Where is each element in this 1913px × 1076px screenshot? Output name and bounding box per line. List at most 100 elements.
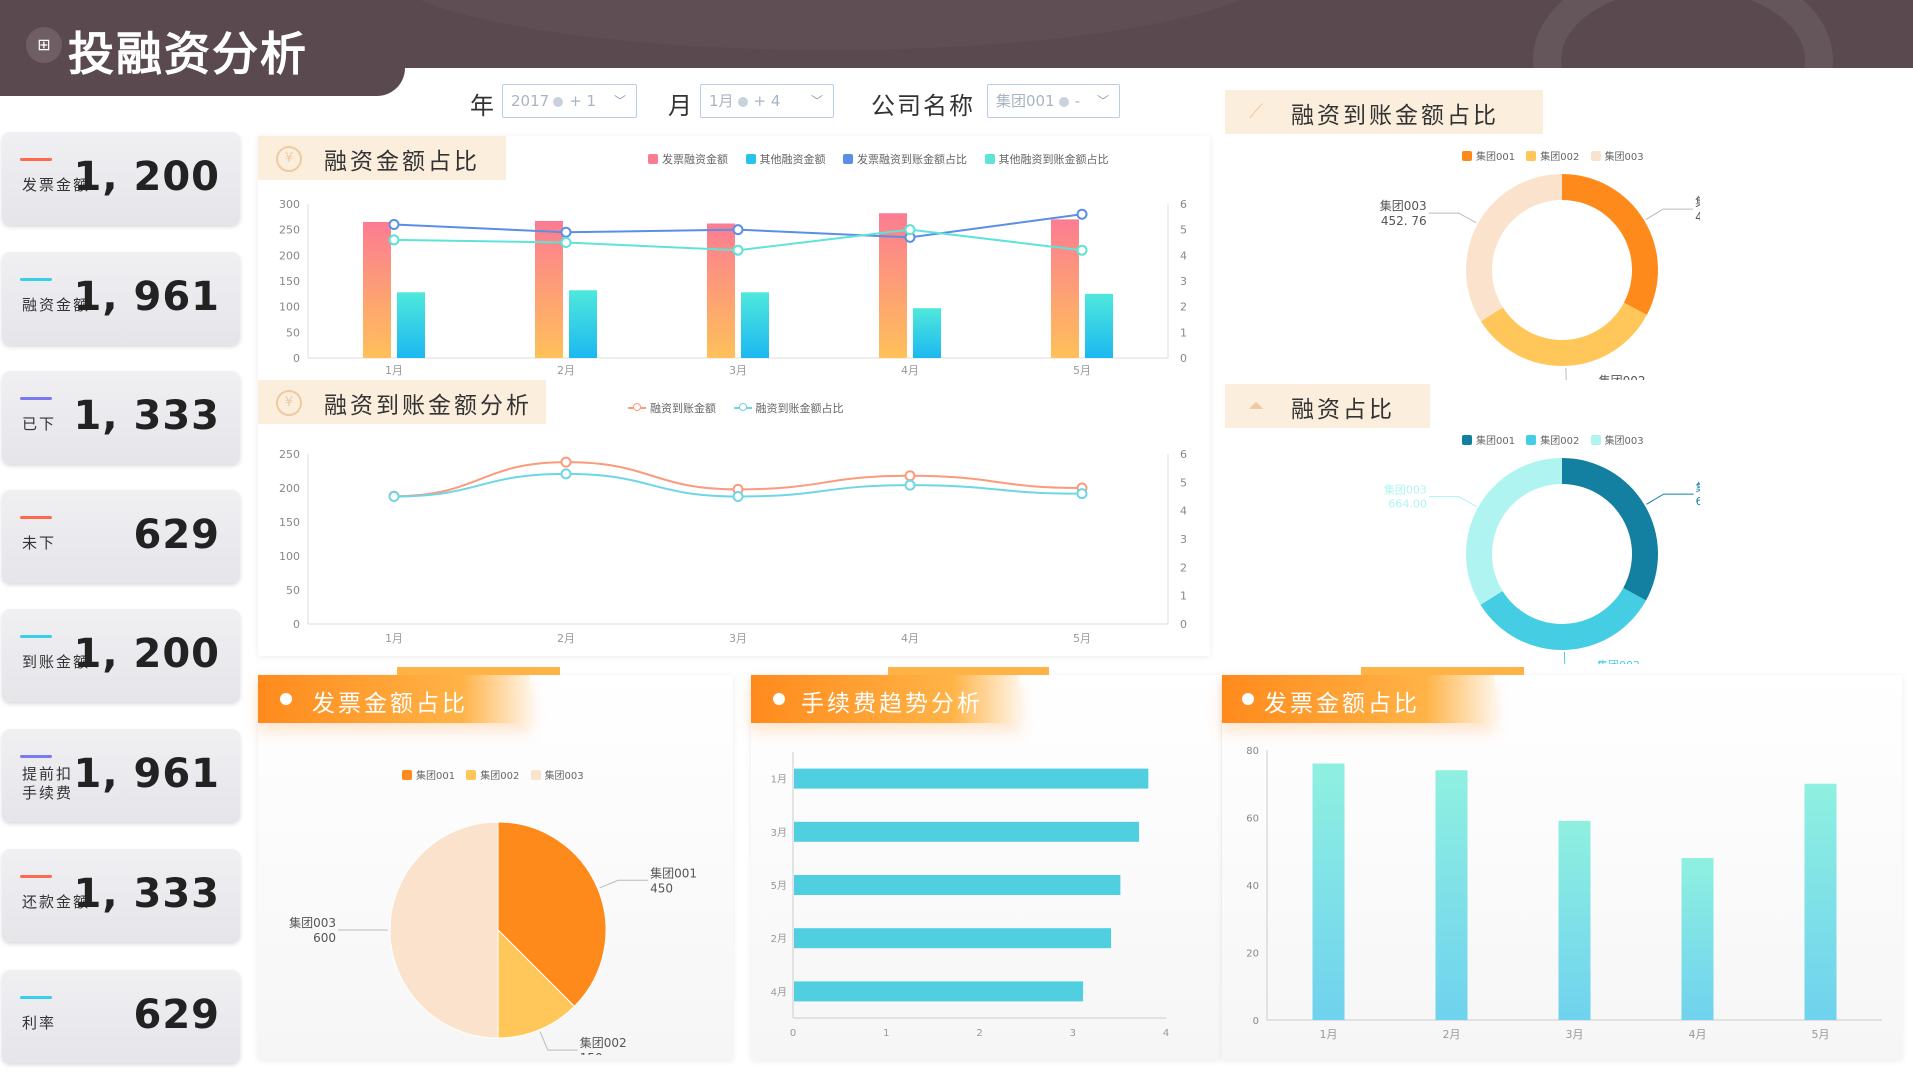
chevron-down-icon: ﹀ (613, 94, 626, 108)
line-point (904, 470, 916, 482)
bar-other-financing (1085, 293, 1113, 358)
label-leader (1565, 367, 1567, 380)
invoice-bar-chart: 0 20 40 60 80 1月 2月 3月 4月 5月 (1246, 746, 1882, 1041)
page-title: 投融资分析 (68, 27, 308, 81)
fee-trend-chart: 0 1 2 3 4 1月 3月 5月 2月 4月 (771, 752, 1169, 1039)
pie-slice (389, 821, 499, 1039)
kpi-accent-bar (20, 516, 52, 519)
slice-value: 436. 28 (1695, 210, 1700, 224)
y-tick-label: 200 (279, 249, 300, 262)
mountain-chart-icon: ⏶ (1248, 393, 1264, 417)
slice-label: 集团001 (650, 865, 697, 880)
panel-title-arrival-ratio: ⟋ 融资到账金额占比 (1225, 90, 1543, 134)
y2-tick-label: 4 (1180, 505, 1187, 518)
y-tick-label: 250 (279, 224, 300, 237)
company-label: 公司名称 (871, 92, 975, 120)
x-tick-label: 4月 (901, 632, 919, 645)
y2-tick-label: 2 (1180, 561, 1187, 574)
y-tick-label: 150 (279, 516, 300, 529)
y-tick-label: 100 (279, 550, 300, 563)
invoice-pie: 集团001450 集团002150 集团003600 (289, 821, 697, 1055)
y2-tick-label: 0 (1180, 618, 1187, 631)
x-tick-label: 4 (1163, 1028, 1169, 1039)
slice-label: 集团001 (1695, 194, 1700, 209)
line-point (560, 468, 572, 480)
y2-tick-label: 4 (1180, 249, 1187, 262)
panel-title-financing-share: ⏶ 融资占比 (1225, 384, 1430, 428)
x-tick-label: 2 (976, 1028, 982, 1039)
line-point (1076, 488, 1088, 500)
y2-tick-label: 0 (1180, 352, 1187, 365)
x-tick-label: 2月 (1443, 1028, 1461, 1041)
y2-tick-label: 3 (1180, 533, 1187, 546)
slice-label: 集团002 (1599, 373, 1646, 380)
y-tick-label: 50 (286, 326, 300, 339)
header-decoration (380, 0, 1280, 50)
company-select[interactable]: 集团001 - ﹀ (987, 84, 1120, 118)
title-tab: ⊞ 投融资分析 (0, 0, 405, 96)
kpi-card[interactable]: 到账金额 1, 200 (2, 609, 240, 702)
slice-value: 450 (650, 881, 673, 895)
y-tick-label: 100 (279, 301, 300, 314)
kpi-card[interactable]: 利率 629 (2, 970, 240, 1063)
bar (794, 875, 1121, 895)
slice-value: 150 (580, 1051, 603, 1055)
bar-invoice-financing (707, 223, 735, 358)
line-point (560, 237, 572, 248)
kpi-card[interactable]: 未下 629 (2, 490, 240, 583)
kpi-card[interactable]: 还款金额 1, 333 (2, 849, 240, 942)
pie-slice (1466, 174, 1562, 322)
label-leader (1428, 212, 1477, 224)
pie-slice (1480, 302, 1647, 366)
kpi-card[interactable]: 提前扣 手续费 1, 961 (2, 729, 240, 822)
line-point (388, 491, 400, 502)
x-tick-label: 3月 (729, 632, 747, 645)
line-point (560, 456, 572, 468)
clear-icon[interactable] (737, 96, 748, 107)
financing-panel: ¥ 融资金额占比 ¥ 融资到账金额分析 发票融资金额 其他融资金额 发票融资到账… (258, 136, 1210, 656)
kpi-value: 1, 333 (73, 393, 220, 439)
y-tick-label: 80 (1246, 746, 1259, 757)
bar-other-financing (913, 308, 941, 358)
kpi-label: 已下 (22, 415, 57, 433)
bar (1435, 770, 1468, 1020)
y-tick-label: 5月 (771, 880, 787, 892)
clear-icon[interactable] (553, 96, 564, 107)
arrival-ratio-donut: 集团001436. 28集团002443. 60集团003452. 76 (1380, 174, 1700, 380)
kpi-label: 提前扣 手续费 (22, 765, 74, 802)
line-point (388, 234, 400, 246)
company-value: 集团001 (996, 92, 1055, 110)
kpi-value: 1, 200 (73, 154, 220, 200)
bar-other-financing (569, 290, 597, 358)
invoice-ratio-panel-right: 发票金额占比 0 20 40 60 80 1月 2月 3月 4月 5月 (1222, 667, 1902, 1060)
line-point (904, 479, 916, 491)
clear-icon[interactable] (1058, 96, 1069, 107)
y-tick-label: 250 (279, 448, 300, 461)
slice-label: 集团003 (289, 915, 336, 930)
panel-title-text: 发票金额占比 (312, 691, 468, 717)
kpi-card[interactable]: 发票金额 1, 200 (2, 132, 240, 225)
y-tick-label: 0 (1253, 1016, 1259, 1027)
y-tick-label: 4月 (771, 986, 787, 998)
y-tick-label: 40 (1246, 881, 1259, 892)
pie-slice (1562, 458, 1658, 601)
line-point (1076, 208, 1088, 220)
bar (1312, 763, 1345, 1020)
kpi-card[interactable]: 已下 1, 333 (2, 371, 240, 464)
y-tick-label: 50 (286, 584, 300, 597)
panel-title-fee-trend: 手续费趋势分析 (751, 667, 1049, 723)
x-tick-label: 0 (790, 1028, 796, 1039)
kpi-card[interactable]: 融资金额 1, 961 (2, 252, 240, 345)
bullet-icon (773, 693, 785, 705)
x-tick-label: 1月 (385, 364, 403, 377)
kpi-value: 629 (133, 512, 220, 558)
line-point (560, 226, 572, 238)
slice-label: 集团002 (580, 1035, 627, 1050)
year-select[interactable]: 2017 + 1 ﹀ (502, 84, 637, 118)
bar-invoice-financing (1051, 219, 1079, 358)
y-tick-label: 1月 (771, 774, 787, 786)
month-select[interactable]: 1月 + 4 ﹀ (700, 84, 834, 118)
grid-icon[interactable]: ⊞ (26, 27, 62, 63)
pie-slice (1480, 587, 1646, 650)
panel-title-invoice-right: 发票金额占比 (1222, 667, 1524, 723)
